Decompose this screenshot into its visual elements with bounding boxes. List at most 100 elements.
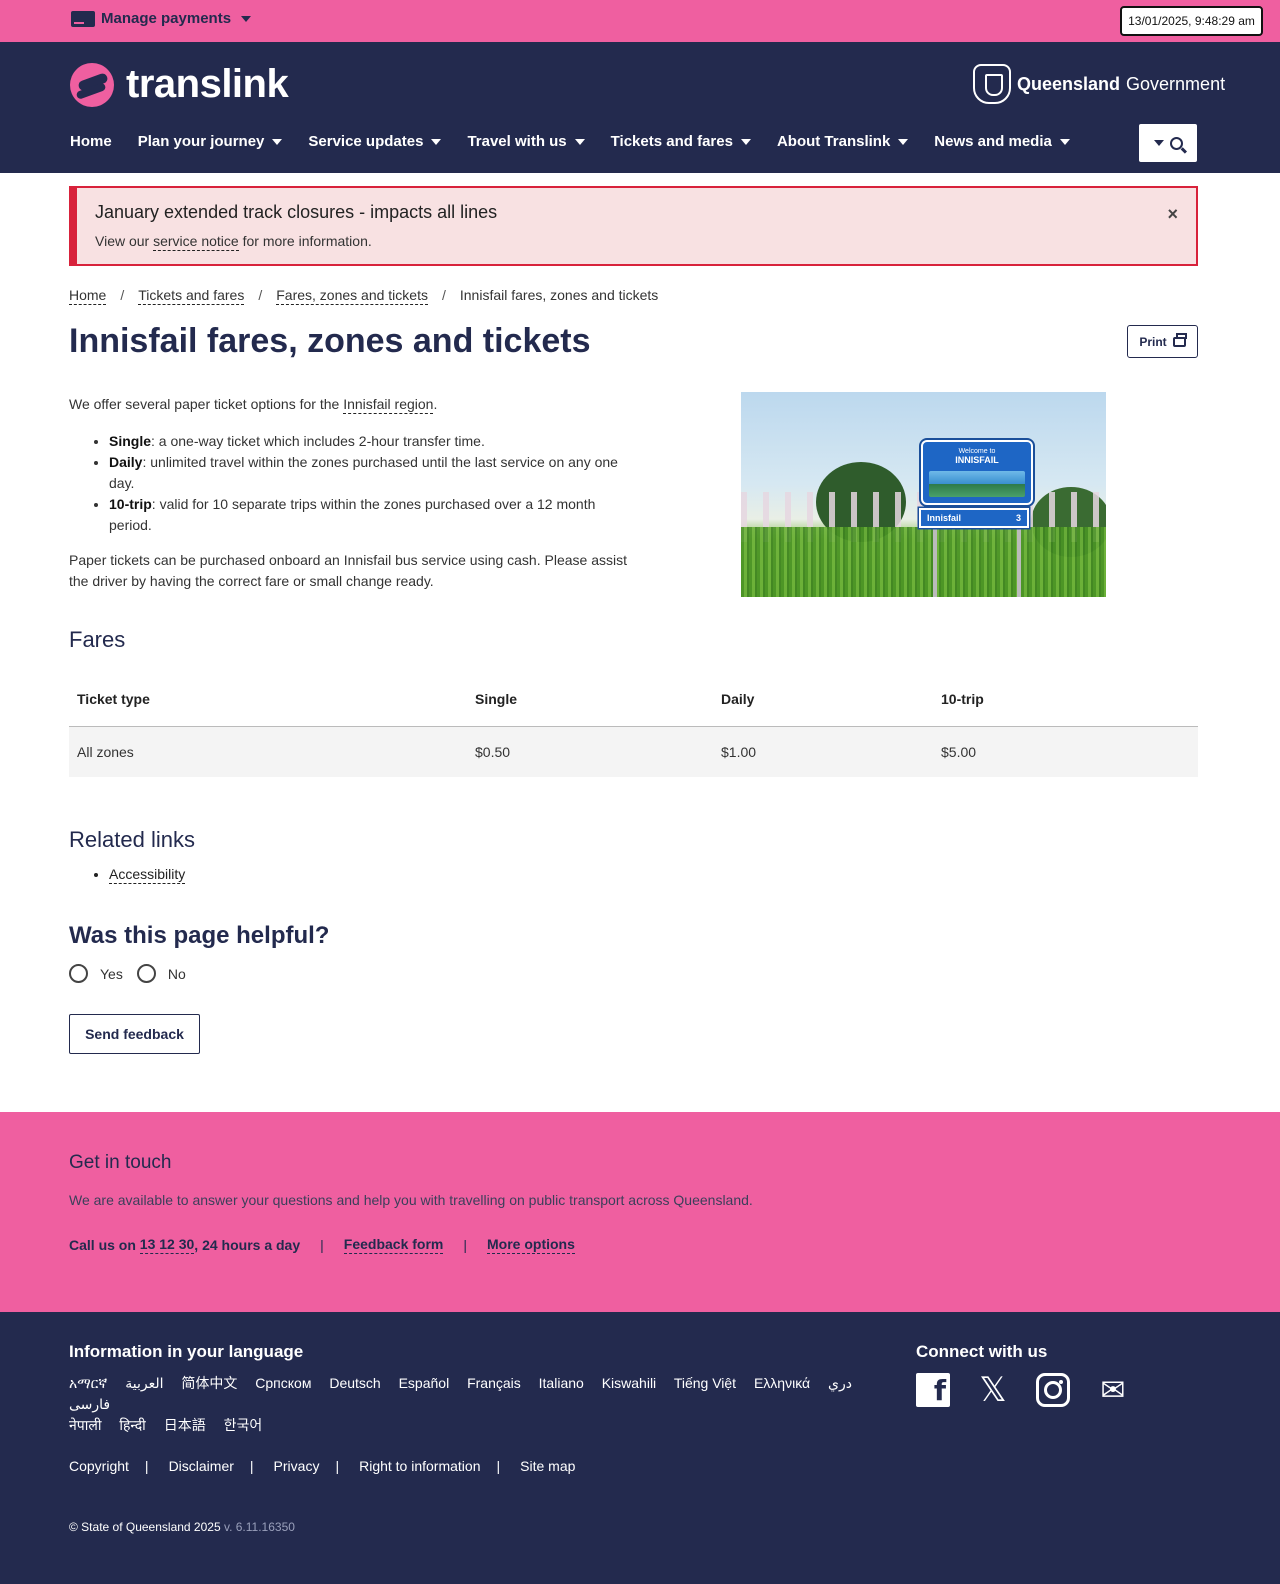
language-link[interactable]: አማርኛ [69, 1375, 107, 1391]
phone-link[interactable]: 13 12 30 [139, 1236, 195, 1254]
ticket-list: Single: a one-way ticket which includes … [109, 431, 629, 536]
language-link[interactable]: فارسی [69, 1396, 110, 1412]
language-link[interactable]: 日本語 [164, 1417, 206, 1433]
chevron-down-icon [272, 138, 283, 145]
close-icon[interactable]: × [1167, 204, 1178, 225]
service-notice-link[interactable]: service notice [153, 233, 239, 251]
no-radio[interactable] [136, 964, 156, 983]
card-icon [71, 10, 95, 27]
table-cell: $1.00 [713, 726, 933, 777]
separator: | [320, 1237, 324, 1253]
search-button[interactable] [1139, 124, 1197, 162]
site-map-link[interactable]: Site map [520, 1458, 575, 1474]
nav-home[interactable]: Home [70, 133, 112, 150]
manage-payments-menu[interactable]: Manage payments [71, 10, 252, 27]
facebook-icon[interactable]: f [916, 1373, 950, 1407]
print-button[interactable]: Print [1127, 325, 1198, 358]
instagram-icon[interactable] [1036, 1373, 1070, 1407]
language-link[interactable]: Српском [255, 1375, 311, 1391]
ticket-desc: : valid for 10 separate trips within the… [109, 496, 596, 533]
breadcrumb-current: Innisfail fares, zones and tickets [459, 287, 659, 303]
accessibility-link[interactable]: Accessibility [109, 866, 186, 884]
nav-tickets-and-fares[interactable]: Tickets and fares [611, 133, 751, 150]
breadcrumb: Home / Tickets and fares / Fares, zones … [69, 287, 658, 305]
privacy-link[interactable]: Privacy [274, 1458, 320, 1474]
copyright-link[interactable]: Copyright [69, 1458, 129, 1474]
alert-body-suffix: for more information. [238, 233, 372, 249]
language-link[interactable]: नेपाली [69, 1417, 101, 1433]
yes-radio[interactable] [69, 964, 88, 983]
ticket-name: 10-trip [109, 496, 152, 512]
nav-about-translink[interactable]: About Translink [776, 133, 909, 150]
language-link[interactable]: Italiano [539, 1375, 584, 1391]
separator: | [496, 1458, 501, 1474]
column-header: Ticket type [69, 672, 467, 727]
breadcrumb-tickets-and-fares[interactable]: Tickets and fares [138, 287, 245, 305]
table-header-row: Ticket type Single Daily 10-trip [69, 672, 1198, 727]
innisfail-region-link[interactable]: Innisfail region [343, 396, 434, 414]
nav-label: Tickets and fares [610, 133, 733, 150]
nav-label: Service updates [308, 133, 424, 150]
site-footer: Information in your language አማርኛ العربي… [0, 1312, 1280, 1584]
fares-table: Ticket type Single Daily 10-trip All zon… [69, 672, 1198, 777]
language-link[interactable]: 简体中文 [181, 1375, 237, 1391]
copyright-text: © State of Queensland 2025 v. 6.11.16350 [69, 1520, 295, 1534]
nav-plan-your-journey[interactable]: Plan your journey [138, 133, 283, 150]
nav-service-updates[interactable]: Service updates [308, 133, 442, 150]
ticket-desc: : unlimited travel within the zones purc… [109, 454, 618, 491]
no-label: No [167, 965, 186, 982]
sign-post [1017, 528, 1021, 597]
nav-label: About Translink [776, 133, 891, 150]
language-link[interactable]: Tiếng Việt [674, 1375, 736, 1391]
contact-links: Call us on 13 12 30 , 24 hours a day | F… [69, 1236, 575, 1254]
table-cell: All zones [69, 726, 467, 777]
connect-heading: Connect with us [916, 1342, 1048, 1361]
send-feedback-button[interactable]: Send feedback [69, 1014, 200, 1054]
breadcrumb-fares-zones-tickets[interactable]: Fares, zones and tickets [276, 287, 428, 305]
welcome-sign: Welcome to INNISFAIL [921, 440, 1033, 505]
disclaimer-link[interactable]: Disclaimer [169, 1458, 234, 1474]
translink-logo-icon [70, 62, 114, 107]
innisfail-sign-photo: Welcome to INNISFAIL Innisfail 3 [741, 392, 1106, 597]
language-link[interactable]: العربية [125, 1375, 163, 1391]
top-bar: Manage payments 13/01/2025, 9:48:29 am [0, 0, 1280, 42]
nav-label: Plan your journey [137, 133, 265, 150]
nav-label: Home [70, 133, 112, 150]
language-link[interactable]: हिन्दी [119, 1417, 145, 1433]
sign-post [933, 528, 937, 597]
list-item: 10-trip: valid for 10 separate trips wit… [109, 494, 629, 536]
main-nav: Home Plan your journey Service updates T… [70, 133, 1096, 150]
language-link[interactable]: Deutsch [329, 1375, 380, 1391]
get-in-touch-heading: Get in touch [69, 1152, 172, 1173]
intro-text: We offer several paper ticket options fo… [69, 394, 629, 592]
language-link[interactable]: Kiswahili [602, 1375, 656, 1391]
more-options-link[interactable]: More options [487, 1236, 575, 1254]
separator: | [144, 1458, 149, 1474]
helpful-question: Was this page helpful? [69, 922, 330, 949]
feedback-form-link[interactable]: Feedback form [343, 1236, 444, 1254]
chevron-down-icon [1153, 140, 1164, 146]
separator: | [335, 1458, 340, 1474]
separator: | [463, 1237, 467, 1253]
language-heading: Information in your language [69, 1342, 304, 1361]
queensland-government-logo[interactable]: Queensland Government [973, 64, 1225, 104]
info-sign-number: 3 [1015, 513, 1021, 523]
language-link[interactable]: دري [828, 1375, 852, 1391]
translink-logo[interactable]: translink [70, 62, 289, 107]
nav-news-and-media[interactable]: News and media [934, 133, 1070, 150]
separator: | [249, 1458, 254, 1474]
chevron-down-icon [241, 15, 252, 22]
language-link[interactable]: Ελληνικά [754, 1375, 810, 1391]
language-link[interactable]: Español [399, 1375, 450, 1391]
grass [741, 527, 1106, 597]
chevron-down-icon [431, 138, 442, 145]
x-icon[interactable]: 𝕏 [976, 1370, 1010, 1410]
language-link[interactable]: Français [467, 1375, 521, 1391]
nav-travel-with-us[interactable]: Travel with us [467, 133, 585, 150]
nav-label: Travel with us [467, 133, 567, 150]
language-link[interactable]: 한국어 [224, 1417, 263, 1433]
email-icon[interactable]: ✉ [1096, 1373, 1130, 1408]
right-to-information-link[interactable]: Right to information [359, 1458, 480, 1474]
breadcrumb-home[interactable]: Home [69, 287, 107, 305]
related-links-heading: Related links [69, 827, 195, 852]
